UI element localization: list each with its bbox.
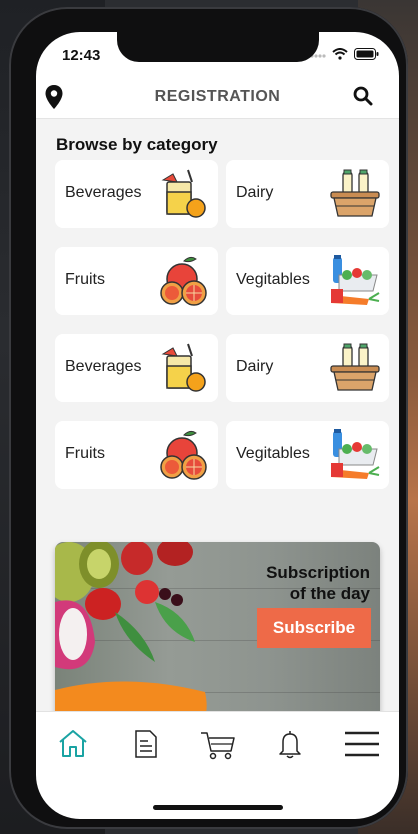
home-indicator (153, 805, 283, 810)
search-icon[interactable] (353, 86, 373, 106)
category-grid: Beverages Dairy Fruits Vegitables Bevera… (55, 160, 389, 489)
category-card-dairy[interactable]: Dairy (226, 334, 389, 402)
banner-title: Subscription of the day (266, 562, 370, 604)
category-label: Fruits (65, 271, 105, 288)
category-card-beverages[interactable]: Beverages (55, 160, 218, 228)
phone-notch (117, 32, 319, 62)
category-label: Beverages (65, 184, 142, 201)
home-icon[interactable] (56, 728, 90, 760)
wifi-icon (332, 48, 348, 60)
category-card-fruits[interactable]: Fruits (55, 421, 218, 489)
fruits-icon (160, 256, 207, 306)
menu-icon[interactable] (344, 728, 380, 760)
dairy-basket-icon (330, 169, 380, 217)
subscribe-button[interactable]: Subscribe (257, 608, 371, 648)
category-card-vegetables[interactable]: Vegitables (226, 421, 389, 489)
banner-title-line1: Subscription (266, 563, 370, 582)
status-icons (310, 48, 379, 60)
category-card-vegetables[interactable]: Vegitables (226, 247, 389, 315)
dairy-basket-icon (330, 343, 380, 391)
banner-title-line2: of the day (289, 584, 370, 603)
category-card-dairy[interactable]: Dairy (226, 160, 389, 228)
page-title: REGISTRATION (154, 88, 281, 105)
phone-frame: 12:43 REGISTRATION Browse by category Be… (9, 7, 408, 829)
status-time: 12:43 (62, 47, 101, 64)
category-label: Vegitables (236, 445, 310, 462)
main-content: Browse by category Beverages Dairy Fruit… (36, 119, 399, 727)
category-label: Beverages (65, 358, 142, 375)
cart-icon[interactable] (200, 728, 236, 760)
category-card-fruits[interactable]: Fruits (55, 247, 218, 315)
subscription-banner[interactable]: Subscription of the day Subscribe (55, 542, 380, 727)
category-label: Vegitables (236, 271, 310, 288)
category-card-beverages[interactable]: Beverages (55, 334, 218, 402)
juice-icon (161, 343, 206, 392)
bottom-tab-bar (36, 711, 399, 772)
fruits-icon (160, 430, 207, 480)
category-label: Fruits (65, 445, 105, 462)
category-label: Dairy (236, 358, 274, 375)
section-title: Browse by category (56, 135, 218, 154)
vegetables-icon (331, 429, 380, 479)
bell-icon[interactable] (273, 728, 307, 760)
app-screen: 12:43 REGISTRATION Browse by category Be… (36, 32, 399, 819)
document-icon[interactable] (128, 728, 162, 760)
juice-icon (161, 169, 206, 218)
vegetables-icon (331, 255, 380, 305)
top-navigation-bar: REGISTRATION (36, 82, 399, 119)
battery-icon (354, 48, 379, 60)
category-label: Dairy (236, 184, 274, 201)
